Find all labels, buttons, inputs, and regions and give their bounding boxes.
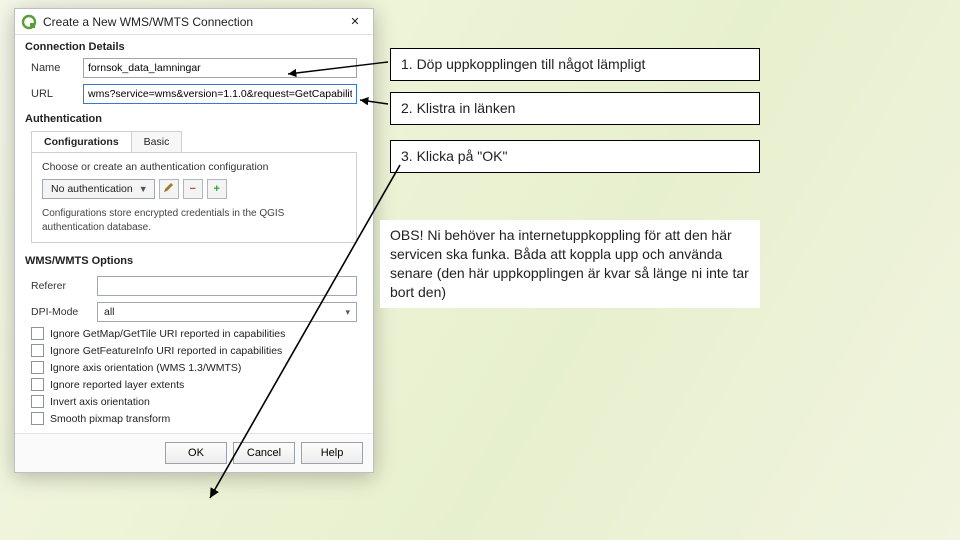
auth-edit-button[interactable]: [159, 179, 179, 199]
section-connection-details: Connection Details: [15, 35, 373, 55]
name-input[interactable]: [83, 58, 357, 78]
referer-label: Referer: [31, 280, 89, 292]
auth-controls: No authentication ▼ − +: [42, 179, 346, 199]
check-ignore-getfeatureinfo: Ignore GetFeatureInfo URI reported in ca…: [25, 342, 363, 359]
dpi-row: DPI-Mode all ▾: [25, 299, 363, 325]
auth-section: Configurations Basic Choose or create an…: [15, 127, 373, 249]
check-label: Ignore GetFeatureInfo URI reported in ca…: [50, 345, 282, 357]
checkbox[interactable]: [31, 378, 44, 391]
page-root: Create a New WMS/WMTS Connection ✕ Conne…: [0, 0, 960, 540]
checkbox[interactable]: [31, 361, 44, 374]
instruction-step-1: 1. Döp uppkopplingen till något lämpligt: [390, 48, 760, 81]
instruction-note: OBS! Ni behöver ha internetuppkoppling f…: [380, 220, 760, 308]
check-invert-axis: Invert axis orientation: [25, 393, 363, 410]
auth-hint: Configurations store encrypted credentia…: [42, 207, 346, 234]
url-row: URL: [15, 81, 373, 107]
referer-row: Referer: [25, 273, 363, 299]
referer-input[interactable]: [97, 276, 357, 296]
minus-icon: −: [189, 183, 195, 195]
check-ignore-getmap: Ignore GetMap/GetTile URI reported in ca…: [25, 325, 363, 342]
chevron-down-icon: ▼: [139, 184, 148, 194]
check-label: Invert axis orientation: [50, 396, 150, 408]
check-label: Ignore axis orientation (WMS 1.3/WMTS): [50, 362, 241, 374]
window-title: Create a New WMS/WMTS Connection: [43, 15, 343, 29]
check-ignore-extents: Ignore reported layer extents: [25, 376, 363, 393]
checkbox[interactable]: [31, 412, 44, 425]
auth-config-panel: Choose or create an authentication confi…: [31, 152, 357, 243]
auth-dropdown[interactable]: No authentication ▼: [42, 179, 155, 199]
close-icon: ✕: [350, 15, 359, 28]
name-row: Name: [15, 55, 373, 81]
instruction-step-2: 2. Klistra in länken: [390, 92, 760, 125]
auth-dropdown-label: No authentication: [51, 183, 133, 195]
plus-icon: +: [213, 183, 219, 195]
dpi-label: DPI-Mode: [31, 306, 89, 318]
tab-basic[interactable]: Basic: [132, 132, 182, 152]
dialog-button-bar: OK Cancel Help: [15, 433, 373, 472]
url-label: URL: [31, 88, 75, 100]
auth-tabs: Configurations Basic: [31, 131, 182, 152]
checkbox[interactable]: [31, 344, 44, 357]
check-ignore-axis: Ignore axis orientation (WMS 1.3/WMTS): [25, 359, 363, 376]
titlebar: Create a New WMS/WMTS Connection ✕: [15, 9, 373, 35]
auth-add-button[interactable]: +: [207, 179, 227, 199]
check-smooth-pixmap: Smooth pixmap transform: [25, 410, 363, 427]
pencil-icon: [163, 182, 174, 196]
cancel-button[interactable]: Cancel: [233, 442, 295, 464]
url-input[interactable]: [83, 84, 357, 104]
ok-button[interactable]: OK: [165, 442, 227, 464]
tab-configurations[interactable]: Configurations: [32, 132, 132, 152]
close-button[interactable]: ✕: [343, 12, 367, 32]
name-label: Name: [31, 62, 75, 74]
section-options: WMS/WMTS Options: [15, 249, 373, 269]
auth-remove-button[interactable]: −: [183, 179, 203, 199]
help-button[interactable]: Help: [301, 442, 363, 464]
annotations: 1. Döp uppkopplingen till något lämpligt…: [390, 0, 950, 540]
checkbox[interactable]: [31, 327, 44, 340]
check-label: Ignore GetMap/GetTile URI reported in ca…: [50, 328, 285, 340]
checkbox[interactable]: [31, 395, 44, 408]
instruction-step-3: 3. Klicka på "OK": [390, 140, 760, 173]
chevron-down-icon: ▾: [345, 307, 350, 318]
section-authentication: Authentication: [15, 107, 373, 127]
dpi-mode-value: all: [104, 306, 115, 318]
check-label: Ignore reported layer extents: [50, 379, 184, 391]
qgis-icon: [21, 14, 37, 30]
wms-connection-dialog: Create a New WMS/WMTS Connection ✕ Conne…: [14, 8, 374, 473]
check-label: Smooth pixmap transform: [50, 413, 170, 425]
dpi-mode-dropdown[interactable]: all ▾: [97, 302, 357, 322]
options-panel: Referer DPI-Mode all ▾ Ignore GetMap/Get…: [15, 269, 373, 433]
auth-heading: Choose or create an authentication confi…: [42, 161, 346, 173]
